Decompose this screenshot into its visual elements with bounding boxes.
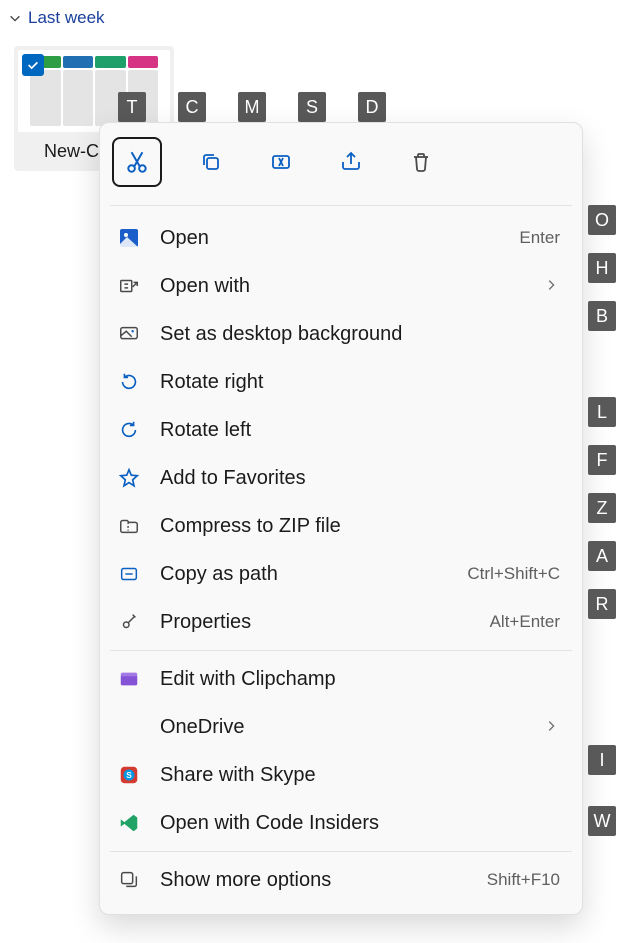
clipchamp-icon	[116, 666, 142, 692]
menu-label: Share with Skype	[160, 764, 560, 787]
menu-copy-path[interactable]: Copy as path Ctrl+Shift+C	[100, 550, 582, 598]
open-with-icon	[116, 273, 142, 299]
menu-code-insiders[interactable]: Open with Code Insiders	[100, 799, 582, 847]
menu-label: Rotate left	[160, 419, 560, 442]
copy-path-icon	[116, 561, 142, 587]
rotate-right-icon	[116, 369, 142, 395]
menu-shortcut: Shift+F10	[487, 870, 560, 890]
menu-label: Edit with Clipchamp	[160, 668, 560, 691]
menu-shortcut: Alt+Enter	[490, 612, 560, 632]
chevron-right-icon	[544, 719, 560, 735]
zip-icon	[116, 513, 142, 539]
svg-text:S: S	[126, 771, 132, 780]
selected-check-icon	[22, 54, 44, 76]
key-hint-properties: R	[588, 589, 616, 619]
menu-clipchamp[interactable]: Edit with Clipchamp	[100, 655, 582, 703]
menu-shortcut: Enter	[519, 228, 560, 248]
desktop-background-icon	[116, 321, 142, 347]
copy-button[interactable]	[190, 141, 232, 183]
key-hint-delete: D	[358, 92, 386, 122]
onedrive-icon	[116, 714, 142, 740]
properties-icon	[116, 609, 142, 635]
menu-properties[interactable]: Properties Alt+Enter	[100, 598, 582, 646]
key-hint-skype: I	[588, 745, 616, 775]
menu-label: Copy as path	[160, 563, 449, 586]
menu-label: Show more options	[160, 869, 469, 892]
key-hint-compress: Z	[588, 493, 616, 523]
key-hint-code: W	[588, 806, 616, 836]
menu-favorites[interactable]: Add to Favorites	[100, 454, 582, 502]
rotate-left-icon	[116, 417, 142, 443]
menu-label: Open	[160, 227, 501, 250]
menu-label: Add to Favorites	[160, 467, 560, 490]
menu-shortcut: Ctrl+Shift+C	[467, 564, 560, 584]
menu-label: Open with Code Insiders	[160, 812, 560, 835]
key-hint-favorites: F	[588, 445, 616, 475]
divider	[110, 851, 572, 852]
menu-onedrive[interactable]: OneDrive	[100, 703, 582, 751]
key-hint-set-bg: B	[588, 301, 616, 331]
menu-label: Compress to ZIP file	[160, 515, 560, 538]
key-hint-share: S	[298, 92, 326, 122]
divider	[110, 650, 572, 651]
cut-button[interactable]	[112, 137, 162, 187]
group-header[interactable]: Last week	[0, 0, 643, 32]
skype-icon: S	[116, 762, 142, 788]
show-more-icon	[116, 867, 142, 893]
menu-label: OneDrive	[160, 716, 526, 739]
vscode-insiders-icon	[116, 810, 142, 836]
key-hint-rotate-left: L	[588, 397, 616, 427]
group-label: Last week	[28, 8, 105, 28]
menu-compress[interactable]: Compress to ZIP file	[100, 502, 582, 550]
star-icon	[116, 465, 142, 491]
key-hint-copy-path: A	[588, 541, 616, 571]
share-button[interactable]	[330, 141, 372, 183]
context-menu: Open Enter Open with Set as desktop back…	[99, 122, 583, 915]
key-hint-rename: M	[238, 92, 266, 122]
divider	[110, 205, 572, 206]
menu-rotate-right[interactable]: Rotate right	[100, 358, 582, 406]
menu-skype[interactable]: S Share with Skype	[100, 751, 582, 799]
menu-label: Properties	[160, 611, 472, 634]
menu-label: Set as desktop background	[160, 323, 560, 346]
menu-rotate-left[interactable]: Rotate left	[100, 406, 582, 454]
menu-label: Open with	[160, 275, 526, 298]
photos-icon	[116, 225, 142, 251]
menu-open-with[interactable]: Open with	[100, 262, 582, 310]
key-hint-open: O	[588, 205, 616, 235]
chevron-down-icon	[8, 11, 22, 25]
rename-button[interactable]	[260, 141, 302, 183]
menu-open[interactable]: Open Enter	[100, 214, 582, 262]
menu-show-more[interactable]: Show more options Shift+F10	[100, 856, 582, 904]
action-bar	[100, 129, 582, 201]
menu-label: Rotate right	[160, 371, 560, 394]
menu-set-background[interactable]: Set as desktop background	[100, 310, 582, 358]
chevron-right-icon	[544, 278, 560, 294]
delete-button[interactable]	[400, 141, 442, 183]
key-hint-copy: C	[178, 92, 206, 122]
key-hint-open-with: H	[588, 253, 616, 283]
key-hint-cut: T	[118, 92, 146, 122]
